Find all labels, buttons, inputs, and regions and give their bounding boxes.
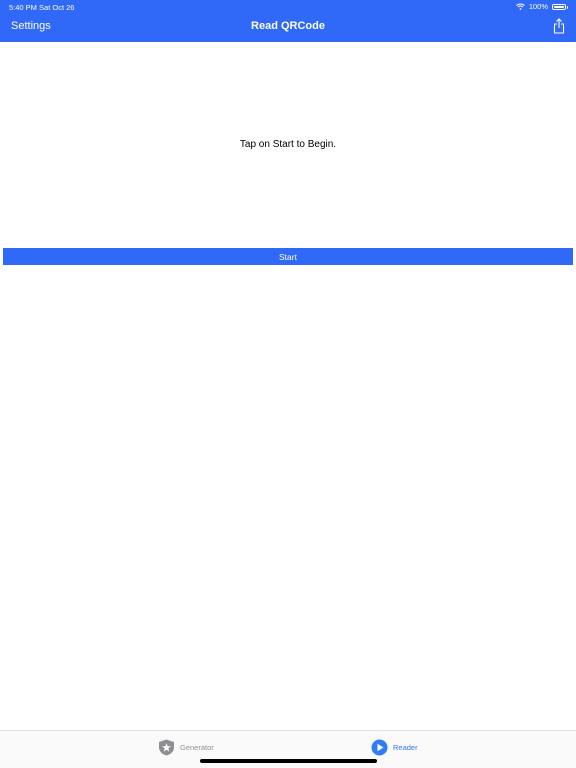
tab-generator[interactable]: Generator <box>158 738 214 756</box>
battery-percent: 100% <box>528 2 548 11</box>
home-indicator <box>200 759 377 763</box>
tab-reader[interactable]: Reader <box>371 738 418 756</box>
wifi-icon <box>515 3 525 10</box>
navigation-bar: Settings Read QRCode <box>0 14 576 42</box>
start-prompt: Tap on Start to Begin. <box>239 139 337 150</box>
star-shield-icon <box>159 739 174 755</box>
tab-reader-label: Reader <box>393 742 418 752</box>
battery-icon <box>552 3 568 10</box>
start-button[interactable]: Start <box>3 248 573 265</box>
status-right: 100% <box>515 2 568 11</box>
status-bar: 5:40 PM Sat Oct 26 100% <box>0 0 576 14</box>
top-bar: 5:40 PM Sat Oct 26 100% Settings Read QR… <box>0 0 576 42</box>
tab-generator-label: Generator <box>180 742 214 752</box>
page-title: Read QRCode <box>251 20 325 32</box>
status-time: 5:40 PM Sat Oct 26 <box>9 3 75 12</box>
share-icon[interactable] <box>553 18 565 34</box>
play-circle-icon <box>371 739 388 755</box>
